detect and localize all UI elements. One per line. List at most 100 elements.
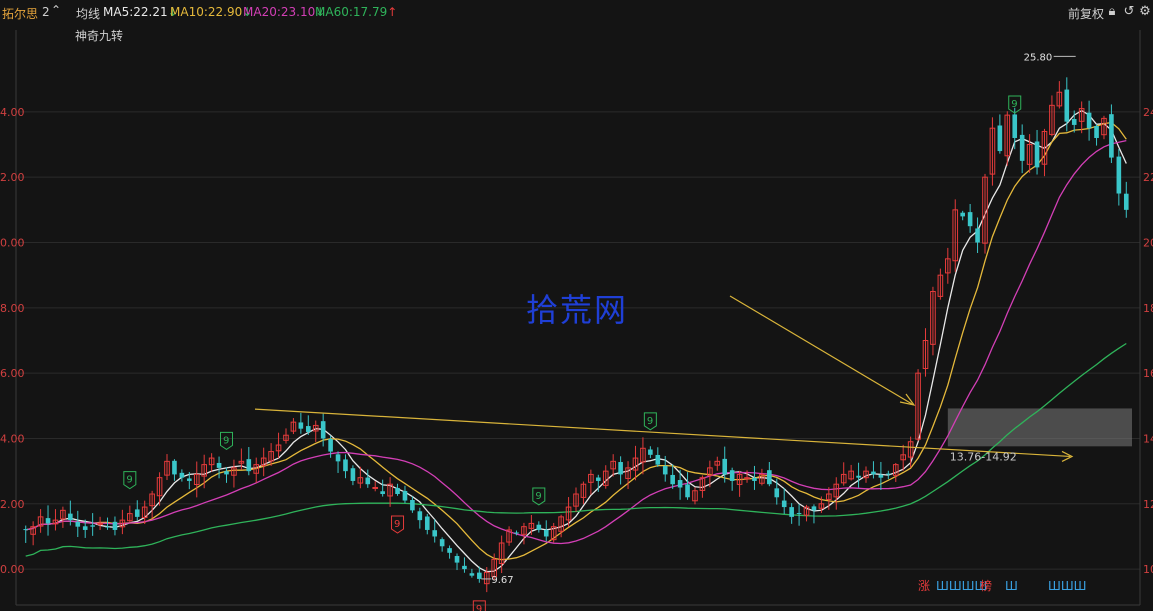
candle-body — [536, 524, 542, 530]
candle-body — [648, 449, 653, 455]
nine-marker-label: 9 — [1011, 99, 1017, 110]
candle-body — [781, 500, 787, 508]
candle-body — [305, 426, 311, 432]
high-price-label: 25.80 — [1024, 52, 1053, 63]
chart-annotations: 25.809.6713.76-14.9299999999 — [124, 0, 1076, 611]
candle-body — [402, 490, 408, 501]
candle-body — [298, 422, 304, 429]
candle-body — [82, 526, 88, 530]
left-tick-label: 2.00 — [0, 171, 25, 184]
candle-body — [469, 573, 475, 576]
candle-body — [320, 421, 326, 439]
candle-body — [655, 454, 661, 465]
candle-body — [729, 470, 735, 481]
candle-body — [365, 477, 371, 485]
candle-body — [90, 525, 95, 527]
candle-body — [343, 459, 348, 472]
right-tick-label: 18 — [1143, 302, 1153, 315]
candle-body — [410, 500, 415, 511]
candle-body — [774, 488, 780, 498]
bottom-mark: 涨 — [918, 578, 930, 593]
right-tick-label: 12 — [1143, 498, 1153, 511]
candle-body — [967, 212, 973, 227]
candle-body — [97, 522, 103, 525]
candle-body — [380, 491, 385, 495]
candle-body — [335, 454, 341, 462]
candle-body — [796, 513, 802, 515]
candle-body — [886, 473, 891, 475]
left-axis: 4.00 2.00 0.00 8.00 6.00 4.00 2.00 0.00 — [0, 106, 25, 576]
candle-body — [454, 555, 460, 563]
zone-label: 13.76-14.92 — [950, 450, 1017, 463]
trendline — [254, 408, 1071, 458]
left-tick-label: 0.00 — [0, 563, 25, 576]
candle-body — [350, 468, 356, 481]
bottom-mark: 榜 — [980, 578, 992, 593]
nine-marker-label: 9 — [476, 604, 482, 611]
candle-body — [685, 484, 690, 498]
right-tick-label: 10 — [1143, 563, 1153, 576]
nine-marker-label: 9 — [223, 435, 229, 446]
candle-body — [179, 472, 185, 478]
right-tick-label: 20 — [1143, 237, 1153, 250]
candle-body — [670, 474, 675, 485]
bottom-mark: ШШШ — [1048, 579, 1087, 593]
candle-body — [1064, 89, 1070, 122]
candle-body — [975, 228, 980, 243]
candles — [23, 77, 1129, 593]
candle-body — [1086, 112, 1092, 129]
candle-body — [45, 518, 51, 524]
candle-body — [172, 460, 177, 475]
candle-body — [997, 125, 1003, 152]
candle-body — [960, 212, 965, 217]
candle-body — [75, 521, 81, 527]
candle-body — [477, 572, 482, 579]
candle-body — [224, 471, 229, 475]
candle-body — [543, 529, 549, 537]
candle-body — [1116, 156, 1122, 194]
candle-body — [878, 474, 884, 478]
nine-marker-label: 9 — [126, 475, 132, 486]
candle-body — [23, 529, 29, 531]
low-price-label: 9.67 — [491, 575, 513, 586]
left-tick-label: 0.00 — [0, 237, 25, 250]
right-tick-label: 14 — [1143, 432, 1153, 445]
candle-body — [1019, 134, 1025, 161]
candle-body — [1123, 193, 1129, 210]
left-tick-label: 8.00 — [0, 302, 25, 315]
left-tick-label: 6.00 — [0, 367, 25, 380]
nine-marker-label: 9 — [647, 416, 653, 427]
candle-body — [187, 478, 192, 481]
candle-body — [856, 475, 861, 478]
candle-body — [1071, 119, 1077, 125]
left-tick-label: 2.00 — [0, 498, 25, 511]
candle-body — [246, 459, 252, 472]
candle-body — [105, 526, 110, 528]
consolidation-zone — [947, 408, 1132, 447]
candle-body — [618, 462, 623, 475]
candle-body — [134, 509, 140, 517]
candle-body — [417, 511, 423, 521]
candle-body — [871, 471, 876, 475]
candle-body — [752, 477, 757, 481]
candle-body — [1109, 114, 1114, 158]
candle-body — [462, 565, 467, 570]
candle-body — [328, 438, 333, 452]
candle-body — [789, 507, 794, 517]
candle-body — [767, 470, 772, 485]
nine-marker-label: 9 — [535, 491, 541, 502]
candle-body — [447, 548, 452, 553]
candle-body — [596, 477, 601, 481]
ma20-line — [25, 139, 1127, 545]
candle-body — [722, 458, 728, 475]
left-tick-label: 4.00 — [0, 106, 25, 119]
candle-body — [372, 486, 379, 489]
candle-body — [432, 530, 438, 537]
candle-body — [677, 480, 683, 488]
watermark: 拾荒网 — [526, 291, 629, 329]
candle-body — [662, 466, 668, 475]
candle-body — [1012, 114, 1018, 138]
candle-body — [424, 516, 430, 530]
candle-body — [1094, 126, 1099, 138]
candle-body — [514, 532, 519, 534]
